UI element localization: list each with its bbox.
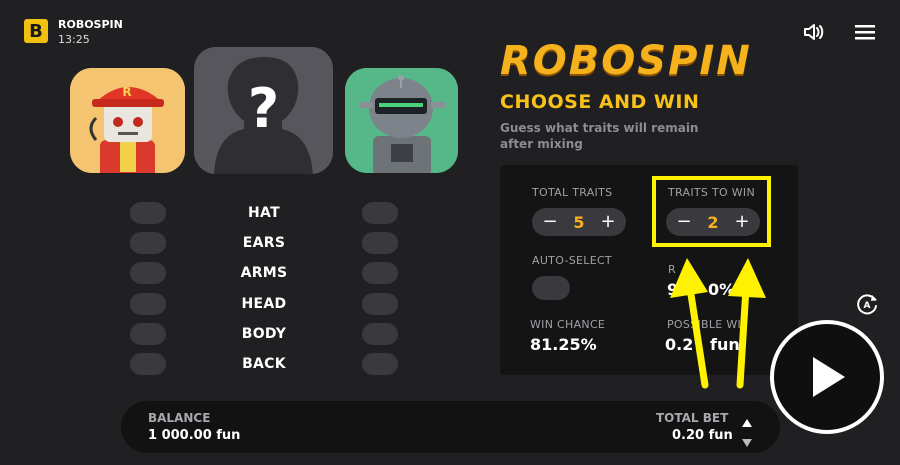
arrow-down-icon[interactable] — [742, 432, 752, 451]
total-bet-label: TOTAL BET — [656, 411, 729, 425]
arrow-up-icon[interactable] — [742, 412, 752, 431]
total-traits-label: TOTAL TRAITS — [532, 186, 613, 199]
question-mark: ? — [247, 77, 280, 140]
mystery-card[interactable]: ? — [194, 47, 333, 174]
brand-logo: B — [24, 19, 48, 43]
menu-icon[interactable] — [852, 19, 878, 45]
svg-text:A: A — [864, 301, 871, 311]
trait-label-ears: EARS — [242, 235, 286, 251]
svg-text:R: R — [122, 85, 131, 99]
trait-label-head: HEAD — [241, 296, 287, 312]
left-trait-slot[interactable] — [130, 232, 166, 254]
right-trait-slot[interactable] — [362, 293, 398, 315]
left-trait-slot[interactable] — [130, 262, 166, 284]
app-name: ROBOSPIN — [58, 18, 123, 31]
right-trait-slot[interactable] — [362, 262, 398, 284]
right-trait-slot[interactable] — [362, 323, 398, 345]
trait-label-body: BODY — [241, 326, 287, 342]
win-chance-value: 81.25% — [530, 335, 597, 354]
left-trait-slot[interactable] — [130, 202, 166, 224]
play-icon — [813, 357, 845, 397]
auto-select-label: AUTO-SELECT — [532, 254, 612, 267]
page-title: CHOOSE AND WIN — [500, 91, 700, 113]
right-trait-slot[interactable] — [362, 202, 398, 224]
left-trait-slot[interactable] — [130, 293, 166, 315]
game-title-logo: ROBOSPIN — [500, 38, 752, 84]
autoplay-icon[interactable]: A — [854, 291, 880, 317]
balance-value: 1 000.00 fun — [148, 428, 241, 443]
robot-card-red[interactable]: R — [70, 68, 185, 173]
balance-label: BALANCE — [148, 411, 211, 425]
annotation-arrows — [670, 258, 766, 389]
clock: 13:25 — [58, 33, 90, 46]
play-button[interactable] — [770, 320, 884, 434]
bottom-bar — [121, 401, 780, 453]
total-traits-stepper: − 5 + — [532, 208, 626, 236]
traits-to-win-highlight — [652, 176, 771, 247]
helmet-robot-image — [345, 68, 458, 173]
trait-label-arms: ARMS — [240, 265, 288, 281]
robot-card-green[interactable] — [345, 68, 458, 173]
right-trait-slot[interactable] — [362, 232, 398, 254]
right-trait-slot[interactable] — [362, 353, 398, 375]
total-traits-plus-button[interactable]: + — [600, 213, 616, 231]
red-cap-robot-image: R — [70, 68, 185, 173]
total-bet-value: 0.20 fun — [672, 428, 733, 443]
volume-icon[interactable] — [801, 19, 827, 45]
total-traits-value: 5 — [573, 212, 585, 232]
trait-label-back: BACK — [242, 356, 286, 372]
left-trait-slot[interactable] — [130, 353, 166, 375]
win-chance-label: WIN CHANCE — [530, 318, 606, 331]
left-trait-slot[interactable] — [130, 323, 166, 345]
subtitle: Guess what traits will remain after mixi… — [500, 121, 699, 151]
trait-label-hat: HAT — [248, 205, 280, 221]
total-traits-minus-button[interactable]: − — [542, 213, 558, 231]
auto-select-toggle[interactable] — [532, 276, 570, 300]
